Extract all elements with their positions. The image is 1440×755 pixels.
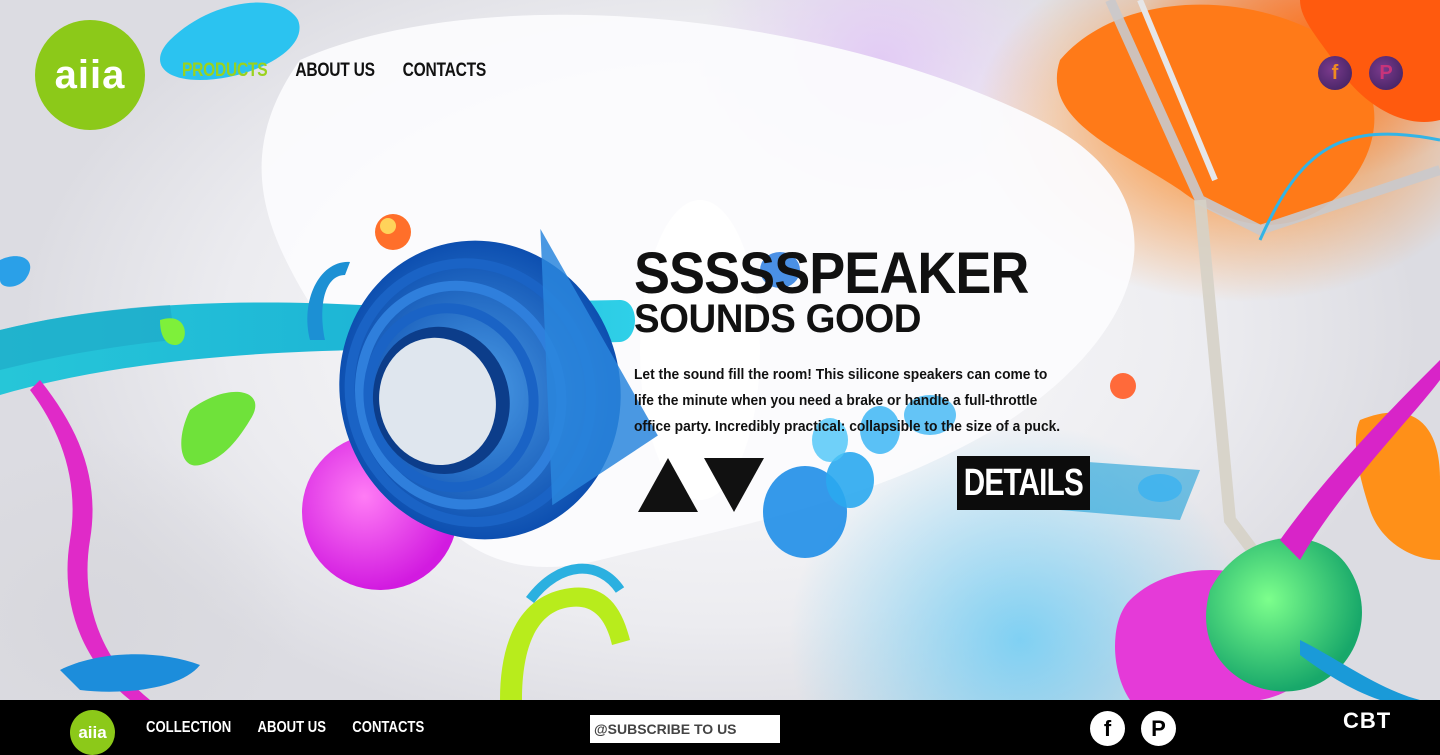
nav-contacts[interactable]: CONTACTS [403, 60, 487, 82]
slider-arrows [636, 456, 766, 514]
hero-subtitle: SOUNDS GOOD [634, 297, 922, 341]
brand-logo-text: aiia [54, 52, 126, 97]
footer-logo[interactable]: aiia [70, 710, 115, 755]
abstract-art [0, 0, 1440, 700]
triangle-down-icon[interactable] [702, 456, 766, 514]
footer-link-collection[interactable]: COLLECTION [146, 719, 231, 737]
social-links-top: f P [1318, 56, 1403, 90]
main-nav: PRODUCTS ABOUT US CONTACTS [182, 60, 486, 82]
footer-link-contacts[interactable]: CONTACTS [352, 719, 424, 737]
hero-description: Let the sound fill the room! This silico… [634, 366, 1061, 435]
footer-nav: COLLECTION ABOUT US CONTACTS [146, 719, 424, 737]
facebook-icon[interactable]: f [1318, 56, 1352, 90]
nav-products[interactable]: PRODUCTS [182, 60, 268, 82]
triangle-up-icon[interactable] [636, 456, 700, 514]
footer-logo-text: aiia [78, 722, 107, 742]
facebook-icon[interactable]: f [1090, 711, 1125, 746]
pinterest-icon[interactable]: P [1141, 711, 1176, 746]
nav-about-us[interactable]: ABOUT US [295, 60, 375, 82]
facebook-glyph: f [1103, 715, 1112, 741]
pinterest-glyph: P [1151, 715, 1166, 741]
facebook-glyph: f [1331, 61, 1339, 84]
brand-logo[interactable]: aiia [35, 20, 145, 130]
footer-link-about-us[interactable]: ABOUT US [258, 719, 327, 737]
credit-mark: CBT [1343, 708, 1392, 733]
subscribe-input[interactable] [590, 715, 780, 743]
details-button-label: DETAILS [963, 461, 1084, 504]
pinterest-icon[interactable]: P [1369, 56, 1403, 90]
social-links-footer: f P [1090, 711, 1176, 746]
pinterest-glyph: P [1379, 61, 1393, 84]
details-button[interactable]: DETAILS [957, 456, 1090, 510]
hero-background [0, 0, 1440, 700]
